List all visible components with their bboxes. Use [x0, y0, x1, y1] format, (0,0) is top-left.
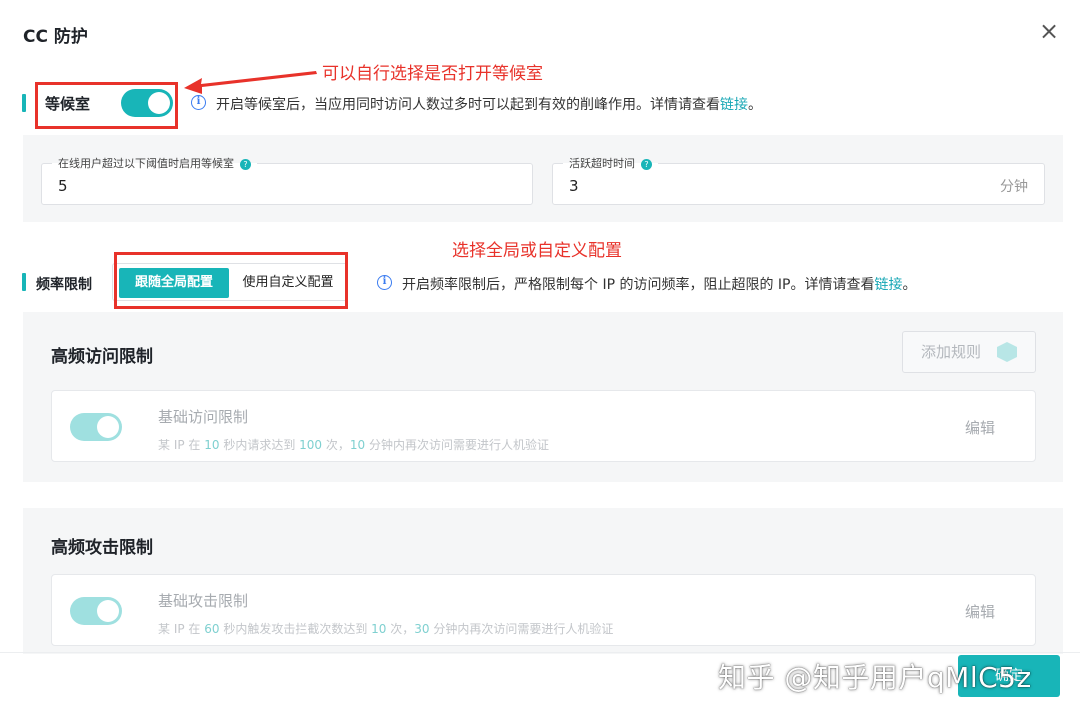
add-rule-button[interactable]: 添加规则 [902, 331, 1036, 373]
threshold-field-label-text: 在线用户超过以下阈值时启用等候室 [58, 157, 234, 170]
dialog-title: CC 防护 [23, 27, 88, 47]
rule-toggle[interactable] [70, 597, 122, 625]
rule-desc-mid2: 次， [386, 622, 415, 636]
frequency-limit-label: 频率限制 [36, 277, 92, 293]
annotation-config-note: 选择全局或自定义配置 [452, 241, 622, 261]
rule-description: 某 IP 在 10 秒内请求达到 100 次，10 分钟内再次访问需要进行人机验… [158, 436, 549, 453]
rule-name: 基础攻击限制 [158, 592, 249, 610]
threshold-field-label: 在线用户超过以下阈值时启用等候室? [52, 155, 257, 171]
rule-desc-prefix: 某 IP 在 [158, 438, 205, 452]
frequency-limit-info: 开启频率限制后，严格限制每个 IP 的访问频率，阻止超限的 IP。详情请查看链接… [402, 274, 917, 294]
rule-count: 100 [299, 438, 323, 452]
high-freq-attack-title: 高频攻击限制 [51, 538, 153, 558]
rule-minutes: 30 [414, 622, 430, 636]
edit-rule-button[interactable]: 编辑 [965, 601, 995, 622]
info-icon: i [377, 275, 392, 290]
rule-desc-mid1: 秒内触发攻击拦截次数达到 [219, 622, 372, 636]
threshold-field-value: 5 [58, 177, 68, 195]
frequency-limit-info-text: 开启频率限制后，严格限制每个 IP 的访问频率，阻止超限的 IP。详情请查看 [402, 277, 875, 293]
rule-desc-tail: 分钟内再次访问需要进行人机验证 [365, 438, 549, 452]
add-rule-label: 添加规则 [921, 343, 982, 361]
timeout-field-value: 3 [569, 177, 579, 195]
rule-desc-tail: 分钟内再次访问需要进行人机验证 [429, 622, 614, 636]
annotation-arrow-icon [184, 71, 317, 94]
rule-count: 10 [371, 622, 387, 636]
rule-desc-mid1: 秒内请求达到 [219, 438, 300, 452]
section-accent-bar [22, 273, 26, 291]
rule-name: 基础访问限制 [158, 408, 249, 426]
help-icon[interactable]: ? [641, 158, 652, 170]
rule-card-basic-access: 基础访问限制 某 IP 在 10 秒内请求达到 100 次，10 分钟内再次访问… [51, 390, 1036, 462]
annotation-box-config [114, 252, 348, 309]
close-icon[interactable]: × [1038, 19, 1060, 43]
footer-divider [0, 652, 1080, 653]
waiting-room-info-tail: 。 [748, 97, 762, 113]
rule-desc-mid2: 次， [322, 438, 350, 452]
edit-rule-button[interactable]: 编辑 [965, 417, 995, 438]
section-accent-bar [22, 94, 26, 112]
plus-hexagon-icon [997, 342, 1017, 362]
annotation-waiting-room-note: 可以自行选择是否打开等候室 [322, 64, 543, 84]
timeout-field-unit: 分钟 [1000, 179, 1028, 195]
rule-seconds: 10 [204, 438, 220, 452]
rule-minutes: 10 [349, 438, 366, 452]
rule-description: 某 IP 在 60 秒内触发攻击拦截次数达到 10 次，30 分钟内再次访问需要… [158, 620, 613, 637]
rule-seconds: 60 [204, 622, 220, 636]
waiting-room-info-link[interactable]: 链接 [720, 97, 748, 113]
timeout-field-label-text: 活跃超时时间 [569, 157, 635, 170]
rule-card-basic-attack: 基础攻击限制 某 IP 在 60 秒内触发攻击拦截次数达到 10 次，30 分钟… [51, 574, 1036, 646]
timeout-field[interactable]: 活跃超时时间? 3 分钟 [552, 155, 1045, 205]
info-icon: i [191, 95, 206, 110]
waiting-room-info: 开启等候室后，当应用同时访问人数过多时可以起到有效的削峰作用。详情请查看链接。 [216, 94, 762, 114]
rule-toggle[interactable] [70, 413, 122, 441]
threshold-field[interactable]: 在线用户超过以下阈值时启用等候室? 5 [41, 155, 533, 205]
waiting-room-settings-panel: 在线用户超过以下阈值时启用等候室? 5 活跃超时时间? 3 分钟 [23, 135, 1063, 222]
high-freq-access-title: 高频访问限制 [51, 347, 153, 367]
rule-desc-prefix: 某 IP 在 [158, 622, 205, 636]
waiting-room-info-text: 开启等候室后，当应用同时访问人数过多时可以起到有效的削峰作用。详情请查看 [216, 97, 720, 113]
timeout-field-label: 活跃超时时间? [563, 155, 658, 171]
frequency-limit-info-tail: 。 [902, 277, 917, 293]
help-icon[interactable]: ? [240, 158, 251, 170]
frequency-limit-info-link[interactable]: 链接 [875, 277, 903, 293]
annotation-box-waiting-room [35, 82, 178, 129]
watermark: 知乎 @知乎用户qMlC5z [718, 661, 1032, 694]
